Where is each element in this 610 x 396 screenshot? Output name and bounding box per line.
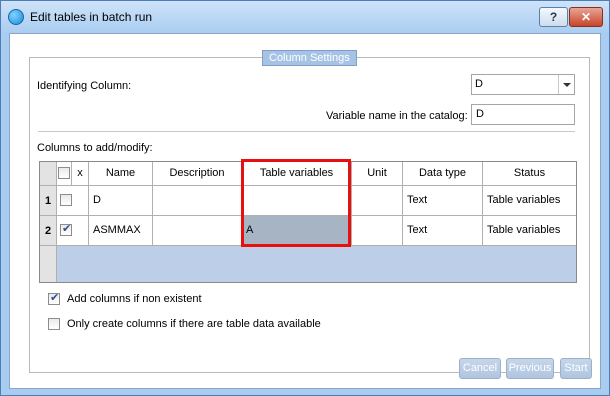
row-number: 1: [40, 186, 57, 216]
identifying-column-dropdown[interactable]: D: [471, 74, 575, 95]
header-description[interactable]: Description: [153, 162, 242, 186]
name-cell[interactable]: D: [89, 186, 153, 216]
row-checkbox[interactable]: [60, 222, 72, 236]
previous-button[interactable]: Previous: [506, 358, 554, 379]
data-type-text: Text: [407, 194, 428, 206]
only-create-label[interactable]: Only create columns if there are table d…: [67, 318, 321, 330]
name-text: ASMMAX: [93, 224, 141, 236]
help-button[interactable]: ?: [539, 7, 568, 27]
unit-cell[interactable]: [352, 216, 403, 246]
add-columns-label[interactable]: Add columns if non existent: [67, 293, 202, 305]
grid-header: x Name Description Table variables Unit …: [40, 162, 576, 186]
start-button[interactable]: Start: [560, 358, 592, 379]
name-text: D: [93, 194, 101, 206]
row-checkbox-cell[interactable]: [57, 186, 89, 216]
description-cell[interactable]: [153, 186, 242, 216]
status-text: Table variables: [487, 224, 561, 236]
variable-name-label: Variable name in the catalog:: [326, 110, 468, 122]
identifying-column-value: D: [475, 78, 483, 90]
status-cell[interactable]: Table variables: [483, 216, 576, 246]
table-variables-cell[interactable]: [242, 186, 352, 216]
only-create-checkbox[interactable]: [48, 318, 60, 330]
row-number: 2: [40, 216, 57, 246]
unit-cell[interactable]: [352, 186, 403, 216]
header-data-type[interactable]: Data type: [403, 162, 483, 186]
data-type-cell[interactable]: Text: [403, 216, 483, 246]
name-cell[interactable]: ASMMAX: [89, 216, 153, 246]
app-icon: [8, 9, 24, 25]
chevron-down-icon[interactable]: [558, 75, 574, 94]
table-row[interactable]: 1 D Text Table variables: [40, 186, 576, 216]
corner-cell: [40, 162, 57, 186]
table-variables-cell[interactable]: A: [242, 216, 352, 246]
group-title: Column Settings: [262, 50, 357, 66]
variable-name-value: D: [476, 108, 484, 120]
title-bar[interactable]: Edit tables in batch run ? ✕: [1, 1, 609, 33]
empty-row-header: [40, 246, 57, 282]
status-text: Table variables: [487, 194, 561, 206]
header-select-all[interactable]: [57, 162, 72, 186]
data-type-text: Text: [407, 224, 428, 236]
cancel-button[interactable]: Cancel: [459, 358, 501, 379]
window-title: Edit tables in batch run: [30, 10, 153, 24]
header-status[interactable]: Status: [483, 162, 576, 186]
description-cell[interactable]: [153, 216, 242, 246]
columns-label: Columns to add/modify:: [37, 142, 153, 154]
identifying-column-label: Identifying Column:: [37, 80, 132, 92]
header-x[interactable]: x: [72, 162, 89, 186]
variable-name-field[interactable]: D: [471, 104, 575, 125]
header-name[interactable]: Name: [89, 162, 153, 186]
data-type-cell[interactable]: Text: [403, 186, 483, 216]
row-checkbox[interactable]: [60, 194, 72, 206]
select-all-checkbox[interactable]: [58, 167, 70, 179]
row-checkbox-cell[interactable]: [57, 216, 89, 246]
header-table-variables[interactable]: Table variables: [242, 162, 352, 186]
dialog-body: Column Settings Identifying Column: D Va…: [9, 33, 601, 389]
separator: [38, 131, 575, 132]
close-button[interactable]: ✕: [569, 7, 603, 27]
table-variables-text: A: [246, 224, 254, 236]
table-row[interactable]: 2 ASMMAX A Text Table variables: [40, 216, 576, 246]
columns-grid[interactable]: x Name Description Table variables Unit …: [39, 161, 577, 283]
header-unit[interactable]: Unit: [352, 162, 403, 186]
status-cell[interactable]: Table variables: [483, 186, 576, 216]
edit-tables-dialog: Edit tables in batch run ? ✕ Column Sett…: [0, 0, 610, 396]
add-columns-checkbox[interactable]: [48, 291, 60, 305]
